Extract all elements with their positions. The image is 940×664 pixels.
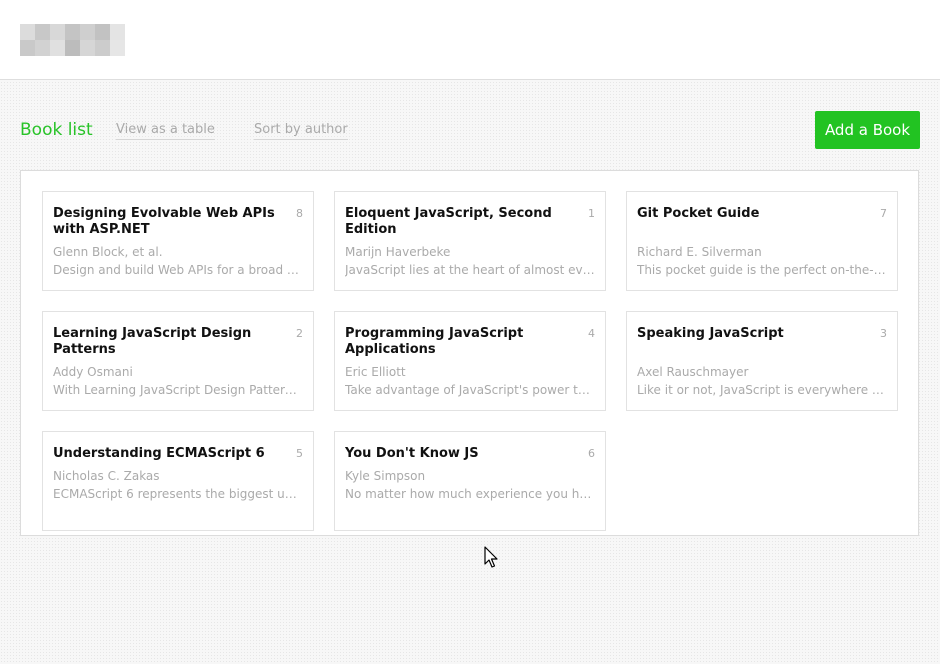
book-card[interactable]: Designing Evolvable Web APIs with ASP.NE… bbox=[42, 191, 314, 291]
book-title: Learning JavaScript Design Patterns bbox=[53, 326, 252, 357]
book-card[interactable]: Speaking JavaScript 3 Axel Rauschmayer L… bbox=[626, 311, 898, 411]
book-author: Eric Elliott bbox=[345, 365, 406, 379]
book-description: ECMAScript 6 represents the biggest upda… bbox=[53, 487, 303, 501]
book-author: Kyle Simpson bbox=[345, 469, 426, 483]
page-title: Book list bbox=[20, 120, 93, 140]
book-card[interactable]: Understanding ECMAScript 6 5 Nicholas C.… bbox=[42, 431, 314, 531]
book-number: 2 bbox=[296, 327, 303, 340]
book-card[interactable]: Eloquent JavaScript, Second Edition 1 Ma… bbox=[334, 191, 606, 291]
book-title: Understanding ECMAScript 6 bbox=[53, 446, 265, 461]
book-author: Glenn Block, et al. bbox=[53, 245, 163, 259]
book-author: Marijn Haverbeke bbox=[345, 245, 451, 259]
book-author: Nicholas C. Zakas bbox=[53, 469, 160, 483]
book-card[interactable]: You Don't Know JS 6 Kyle Simpson No matt… bbox=[334, 431, 606, 531]
logo-pixel bbox=[95, 40, 110, 56]
logo-pixel bbox=[65, 24, 80, 40]
logo-pixel bbox=[110, 24, 125, 40]
book-author: Axel Rauschmayer bbox=[637, 365, 749, 379]
book-card[interactable]: Git Pocket Guide 7 Richard E. Silverman … bbox=[626, 191, 898, 291]
book-number: 8 bbox=[296, 207, 303, 220]
logo-pixel bbox=[35, 40, 50, 56]
book-author: Richard E. Silverman bbox=[637, 245, 762, 259]
logo-pixel bbox=[95, 24, 110, 40]
sort-by-author-link[interactable]: Sort by author bbox=[254, 122, 348, 140]
book-author: Addy Osmani bbox=[53, 365, 133, 379]
book-description: No matter how much experience you have w… bbox=[345, 487, 595, 501]
logo-pixel bbox=[50, 24, 65, 40]
book-description: Take advantage of JavaScript's power to … bbox=[345, 383, 595, 397]
book-title: Speaking JavaScript bbox=[637, 326, 784, 341]
book-number: 4 bbox=[588, 327, 595, 340]
logo-pixel bbox=[20, 24, 35, 40]
book-title: Programming JavaScript Applications bbox=[345, 326, 524, 357]
book-description: Like it or not, JavaScript is everywhere… bbox=[637, 383, 887, 397]
book-card[interactable]: Learning JavaScript Design Patterns 2 Ad… bbox=[42, 311, 314, 411]
logo-pixel bbox=[35, 24, 50, 40]
logo-pixel bbox=[80, 24, 95, 40]
view-as-table-link[interactable]: View as a table bbox=[116, 122, 215, 140]
mouse-pointer-icon bbox=[484, 546, 498, 568]
logo-pixel bbox=[65, 40, 80, 56]
book-description: Design and build Web APIs for a broad ra… bbox=[53, 263, 303, 277]
book-title: You Don't Know JS bbox=[345, 446, 479, 461]
logo-pixel bbox=[110, 40, 125, 56]
add-book-button[interactable]: Add a Book bbox=[815, 111, 920, 149]
logo-pixel bbox=[20, 40, 35, 56]
book-number: 3 bbox=[880, 327, 887, 340]
book-grid: Designing Evolvable Web APIs with ASP.NE… bbox=[42, 191, 898, 531]
book-description: With Learning JavaScript Design Patterns… bbox=[53, 383, 303, 397]
book-list-panel: Designing Evolvable Web APIs with ASP.NE… bbox=[20, 170, 919, 536]
book-title: Eloquent JavaScript, Second Edition bbox=[345, 206, 552, 237]
toolbar: Book list View as a table Sort by author… bbox=[20, 111, 920, 149]
book-title: Designing Evolvable Web APIs with ASP.NE… bbox=[53, 206, 275, 237]
book-number: 6 bbox=[588, 447, 595, 460]
book-description: JavaScript lies at the heart of almost e… bbox=[345, 263, 595, 277]
logo-pixel bbox=[50, 40, 65, 56]
book-number: 5 bbox=[296, 447, 303, 460]
logo-pixel bbox=[80, 40, 95, 56]
book-number: 7 bbox=[880, 207, 887, 220]
book-number: 1 bbox=[588, 207, 595, 220]
page-header bbox=[0, 0, 940, 80]
book-title: Git Pocket Guide bbox=[637, 206, 760, 221]
book-description: This pocket guide is the perfect on-the-… bbox=[637, 263, 887, 277]
pixelated-logo-icon[interactable] bbox=[20, 24, 125, 56]
book-card[interactable]: Programming JavaScript Applications 4 Er… bbox=[334, 311, 606, 411]
